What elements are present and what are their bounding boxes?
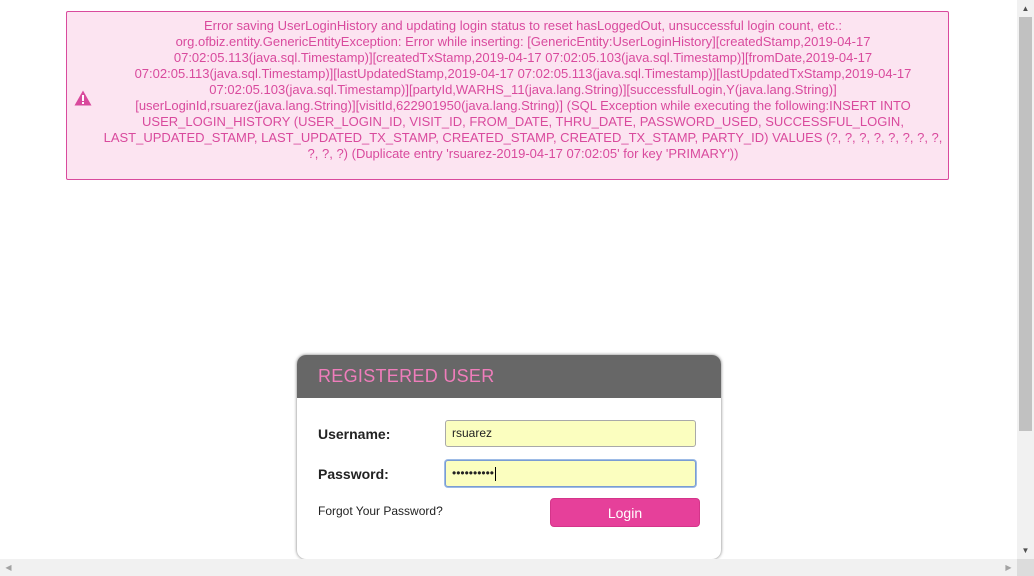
login-button[interactable]: Login [550,498,700,527]
panel-header: REGISTERED USER [297,355,721,398]
scroll-right-arrow-icon[interactable]: ▶ [1000,559,1017,576]
password-mask: •••••••••• [452,466,495,480]
error-message-text: Error saving UserLoginHistory and updati… [103,18,943,161]
horizontal-scrollbar[interactable]: ◀ ▶ [0,559,1017,576]
error-message-box: Error saving UserLoginHistory and updati… [66,11,949,180]
login-page: Error saving UserLoginHistory and updati… [0,0,1034,576]
vertical-scrollbar[interactable]: ▲ ▼ [1017,0,1034,559]
registered-user-panel: REGISTERED USER Username: rsuarez Passwo… [297,355,721,559]
panel-title: REGISTERED USER [318,366,495,386]
forgot-password-link[interactable]: Forgot Your Password? [318,504,443,518]
vertical-scrollbar-thumb[interactable] [1019,17,1032,431]
scroll-down-arrow-icon[interactable]: ▼ [1017,542,1034,559]
password-label: Password: [318,466,389,482]
username-label: Username: [318,426,391,442]
password-input[interactable]: •••••••••• [445,460,696,487]
scroll-left-arrow-icon[interactable]: ◀ [0,559,17,576]
scrollbar-corner [1017,559,1034,576]
username-input[interactable]: rsuarez [445,420,696,447]
text-cursor [495,466,497,481]
warning-triangle-icon [74,90,92,106]
scroll-up-arrow-icon[interactable]: ▲ [1017,0,1034,17]
